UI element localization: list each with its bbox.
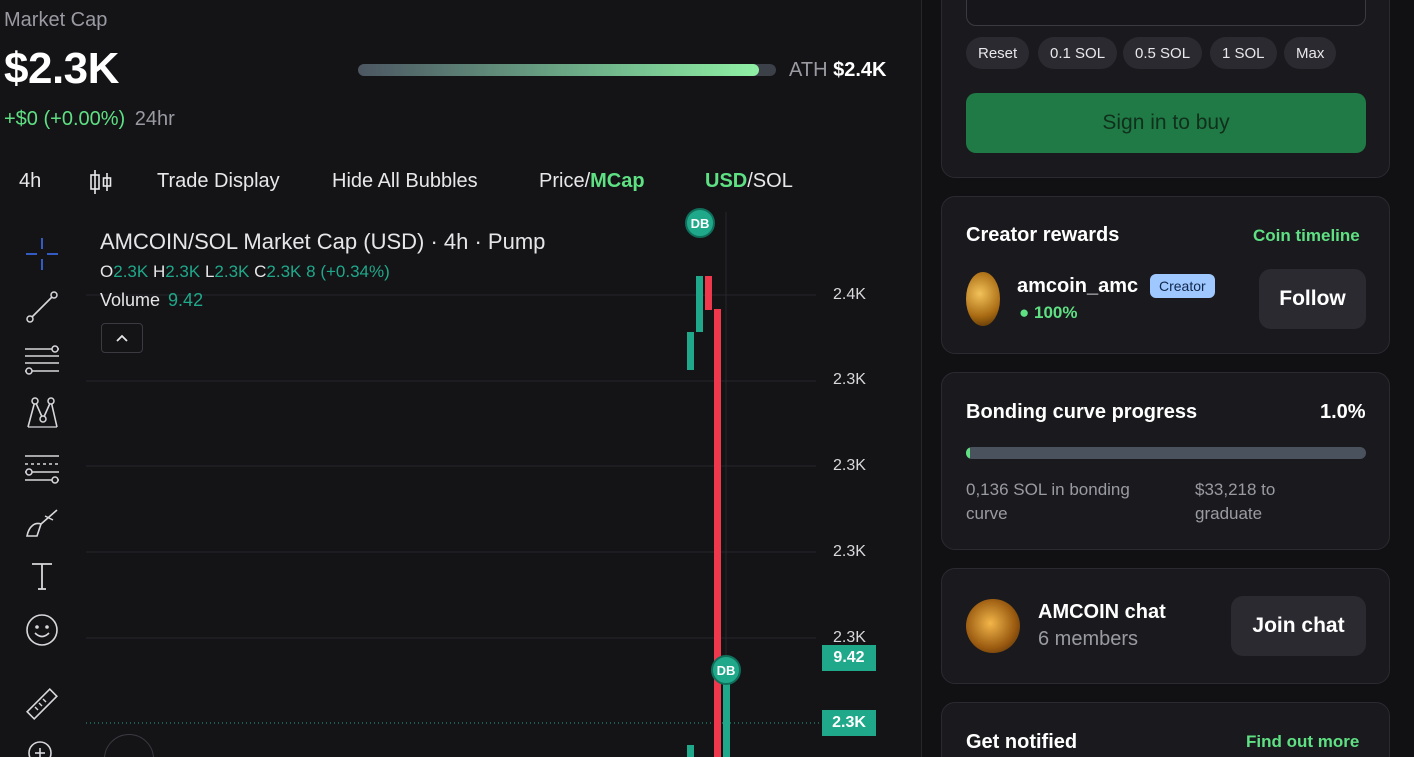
chat-title: AMCOIN chat (1038, 601, 1166, 623)
collapse-legend-button[interactable] (101, 323, 143, 353)
crosshair-icon[interactable] (22, 234, 62, 274)
amount-input[interactable] (966, 0, 1366, 26)
low-value: 2.3K (214, 262, 250, 281)
coin-timeline-link[interactable]: Coin timeline (1253, 226, 1360, 246)
usd-sol-toggle[interactable]: USD/SOL (705, 170, 793, 193)
creator-avatar[interactable] (966, 272, 1000, 326)
fib-lines-icon[interactable] (22, 341, 62, 381)
pattern-icon[interactable] (22, 394, 62, 434)
ath-progress-bar (358, 64, 776, 76)
chevron-up-icon (116, 334, 128, 342)
dev-buy-marker[interactable]: DB (685, 208, 715, 238)
change-value: 8 (+0.34%) (306, 262, 390, 281)
candle-type-icon[interactable] (88, 168, 114, 202)
sol-label: SOL (752, 170, 793, 192)
candle (696, 276, 703, 332)
volume-label: Volume (100, 290, 161, 310)
trade-display-button[interactable]: Trade Display (157, 170, 280, 193)
volume-readout: Volume 9.42 (100, 290, 203, 311)
market-cap-value: $2.3K (4, 44, 119, 93)
emoji-icon[interactable] (22, 610, 62, 650)
y-tick-label: 2.3K (833, 543, 866, 560)
open-value: 2.3K (113, 262, 149, 281)
market-cap-change: +$0 (+0.00%) 24hr (4, 108, 175, 131)
mcap-label: MCap (590, 170, 645, 192)
text-tool-icon[interactable] (22, 556, 62, 596)
change-pct: (+0.00%) (43, 108, 126, 130)
find-out-more-link[interactable]: Find out more (1246, 732, 1359, 752)
y-tick-label: 2.4K (833, 286, 866, 303)
ruler-icon[interactable] (22, 684, 62, 724)
ath-label: ATH (789, 59, 828, 81)
price-chart[interactable] (86, 212, 922, 757)
ath-text: ATH $2.4K (789, 59, 886, 82)
close-label: C (254, 262, 267, 281)
ath-value: $2.4K (833, 59, 887, 81)
creator-share: ● 100% (1019, 303, 1078, 323)
sign-in-to-buy-button[interactable]: Sign in to buy (966, 93, 1366, 153)
chat-avatar (966, 599, 1020, 653)
dev-buy-marker[interactable]: DB (711, 655, 741, 685)
y-tick-label: 2.3K (833, 371, 866, 388)
chat-members: 6 members (1038, 628, 1139, 650)
amount-chip-0-1-sol[interactable]: 0.1 SOL (1038, 37, 1118, 69)
amount-chip-reset[interactable]: Reset (966, 37, 1030, 69)
brush-icon[interactable] (22, 502, 62, 542)
bonding-sol-text: 0,136 SOL in bonding curve (966, 480, 1130, 523)
candle (687, 745, 694, 757)
creator-name[interactable]: amcoin_amc (1017, 275, 1138, 298)
trend-line-icon[interactable] (22, 287, 62, 327)
price-label: Price (539, 170, 585, 192)
change-period: 24hr (134, 108, 175, 130)
chart-panel: Market Cap $2.3K +$0 (+0.00%) 24hr ATH $… (0, 0, 922, 757)
amount-chip-max[interactable]: Max (1284, 37, 1337, 69)
market-cap-label: Market Cap (4, 9, 108, 31)
notify-heading: Get notified (966, 731, 1078, 753)
low-label: L (204, 262, 215, 281)
follow-button[interactable]: Follow (1259, 269, 1366, 329)
last-price-tag: 2.3K (822, 710, 876, 736)
join-chat-button[interactable]: Join chat (1231, 596, 1366, 656)
chart-svg (86, 212, 822, 757)
zoom-in-icon[interactable] (22, 735, 62, 757)
volume-value: 9.42 (168, 290, 204, 310)
close-value: 2.3K (266, 262, 302, 281)
amount-chip-0-5-sol[interactable]: 0.5 SOL (1123, 37, 1203, 69)
open-label: O (100, 262, 114, 281)
y-tick-label: 2.3K (833, 457, 866, 474)
creator-share-value: 100% (1034, 303, 1078, 322)
candle (687, 332, 694, 370)
high-label: H (152, 262, 166, 281)
amount-chip-1-sol[interactable]: 1 SOL (1210, 37, 1277, 69)
forecast-icon[interactable] (22, 448, 62, 488)
high-value: 2.3K (165, 262, 201, 281)
candle (714, 309, 721, 757)
volume-price-tag: 9.42 (822, 645, 876, 671)
bonding-graduate-text: $33,218 to graduate (1195, 480, 1276, 523)
candle (705, 276, 712, 310)
ath-progress-fill (358, 64, 760, 76)
creator-rewards-heading: Creator rewards (966, 224, 1120, 246)
chart-title: AMCOIN/SOL Market Cap (USD) · 4h · Pump (100, 229, 546, 254)
ohlc-readout: O2.3K H2.3K L2.3K C2.3K 8 (+0.34%) (100, 262, 390, 282)
money-bag-icon: ● (1019, 303, 1030, 322)
creator-badge: Creator (1150, 274, 1215, 298)
interval-button[interactable]: 4h (19, 170, 41, 193)
bonding-percent: 1.0% (1320, 401, 1366, 423)
bonding-heading: Bonding curve progress (966, 401, 1198, 423)
bonding-progress-bar (966, 447, 1366, 459)
change-abs: +$0 (4, 108, 38, 130)
usd-label: USD (705, 170, 748, 192)
candle (723, 682, 730, 757)
price-mcap-toggle[interactable]: Price/MCap (539, 170, 645, 193)
hide-bubbles-button[interactable]: Hide All Bubbles (332, 170, 478, 193)
